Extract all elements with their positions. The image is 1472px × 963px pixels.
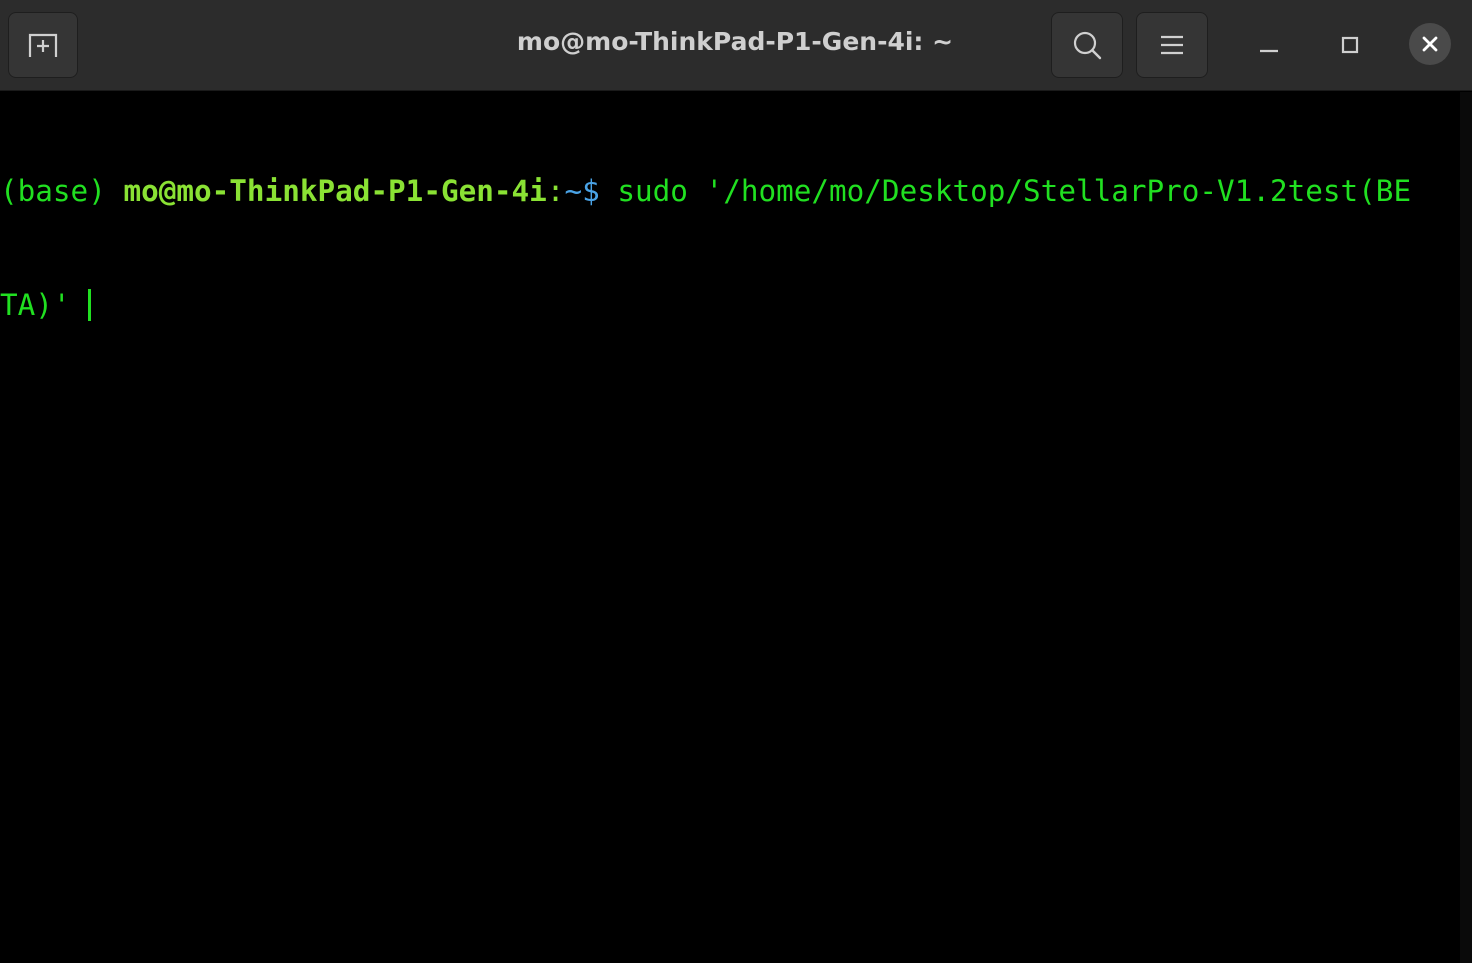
prompt-path: ~ bbox=[564, 174, 583, 208]
new-tab-button[interactable] bbox=[8, 12, 78, 78]
command-text-continued: TA)' bbox=[0, 288, 89, 322]
terminal-line-2: TA)' bbox=[0, 286, 1460, 324]
prompt-symbol: $ bbox=[582, 174, 618, 208]
titlebar: mo@mo-ThinkPad-P1-Gen-4i: ~ bbox=[0, 0, 1472, 91]
search-icon bbox=[1073, 31, 1102, 60]
terminal-line-1: (base) mo@mo-ThinkPad-P1-Gen-4i:~$ sudo … bbox=[0, 172, 1460, 210]
menu-button[interactable] bbox=[1136, 12, 1208, 78]
prompt-colon: : bbox=[546, 174, 565, 208]
terminal-window: mo@mo-ThinkPad-P1-Gen-4i: ~ (base) mo@mo… bbox=[0, 0, 1472, 963]
close-button[interactable] bbox=[1409, 23, 1451, 65]
conda-env-label: (base) bbox=[0, 174, 124, 208]
window-title: mo@mo-ThinkPad-P1-Gen-4i: ~ bbox=[516, 27, 954, 56]
close-icon bbox=[1422, 36, 1438, 52]
scrollbar[interactable] bbox=[1460, 92, 1472, 963]
minimize-icon bbox=[1260, 49, 1278, 53]
new-tab-icon bbox=[28, 33, 58, 57]
search-button[interactable] bbox=[1051, 12, 1123, 78]
text-cursor bbox=[88, 289, 92, 321]
maximize-button[interactable] bbox=[1327, 24, 1373, 66]
command-text: sudo '/home/mo/Desktop/StellarPro-V1.2te… bbox=[617, 174, 1412, 208]
prompt-user-host: mo@mo-ThinkPad-P1-Gen-4i bbox=[123, 174, 547, 208]
minimize-button[interactable] bbox=[1246, 24, 1292, 66]
maximize-icon bbox=[1341, 36, 1359, 54]
terminal-output[interactable]: (base) mo@mo-ThinkPad-P1-Gen-4i:~$ sudo … bbox=[0, 92, 1460, 963]
hamburger-menu-icon bbox=[1161, 35, 1183, 55]
